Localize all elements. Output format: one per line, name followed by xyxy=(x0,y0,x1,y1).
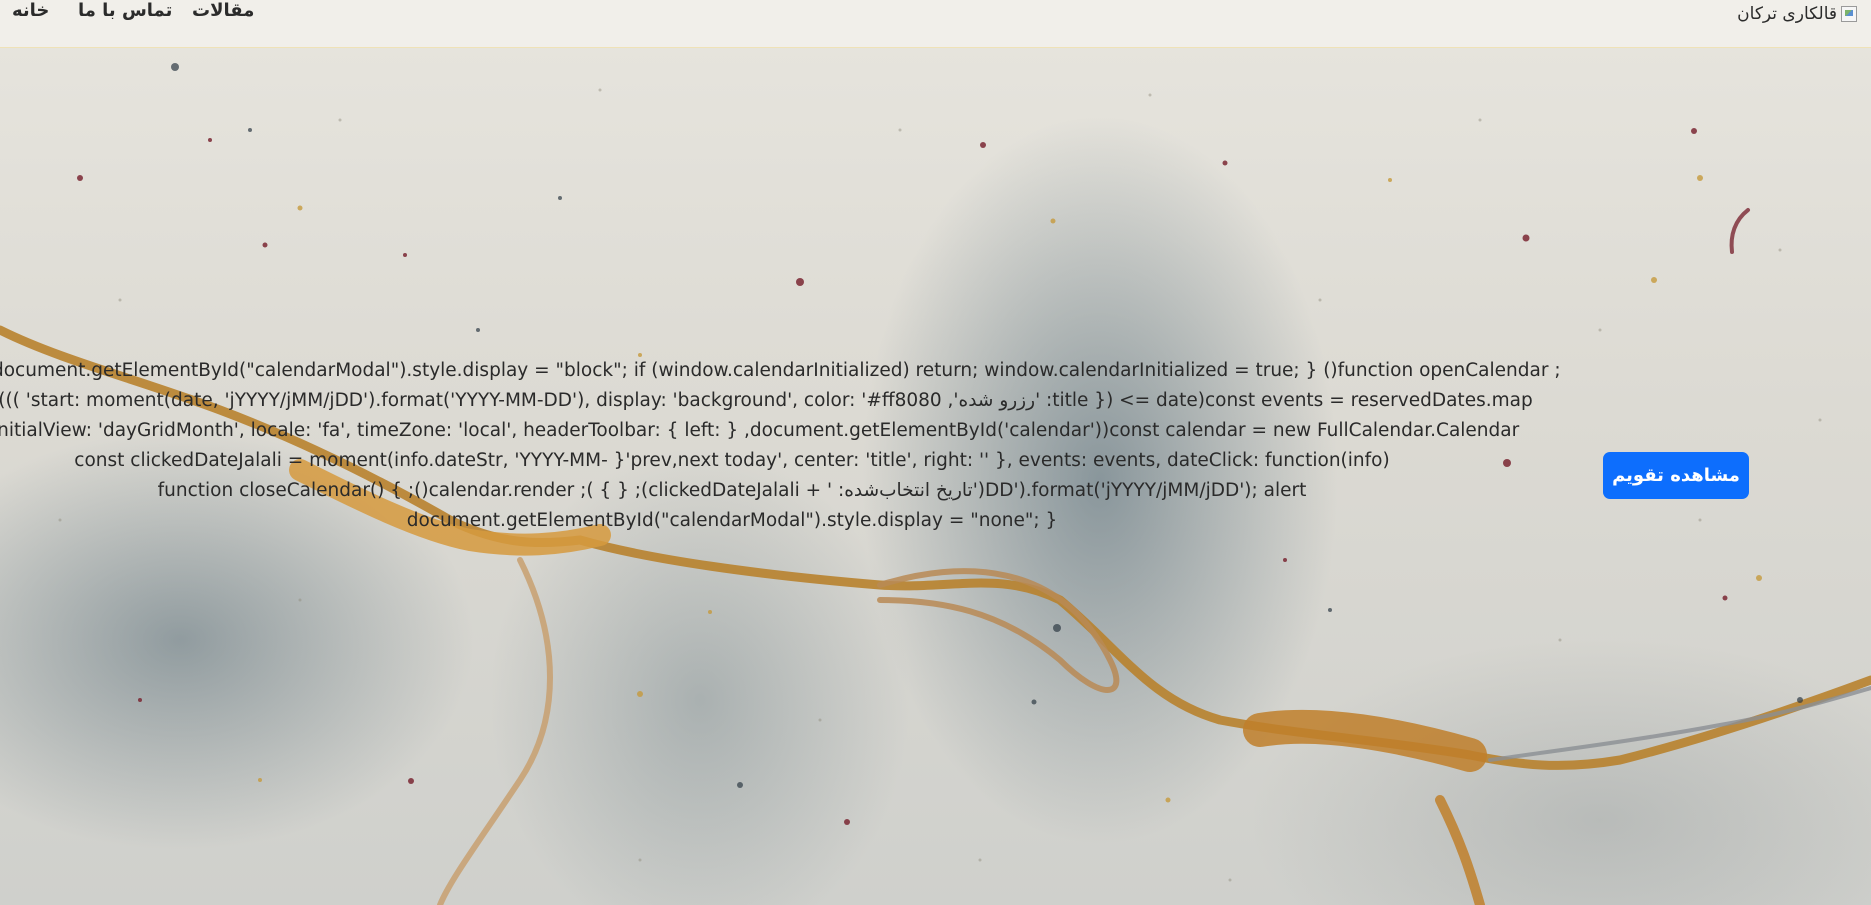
leaked-script-text: document.getElementById("calendarModal")… xyxy=(0,356,1561,536)
code-line: const clickedDateJalali = moment(info.da… xyxy=(74,450,1390,471)
brand-link[interactable]: قالکاری ترکان xyxy=(1737,1,1857,27)
code-line: document.getElementById("calendarModal")… xyxy=(406,510,1058,531)
code-line: initialView: 'dayGridMonth', locale: 'fa… xyxy=(0,420,1520,441)
nav-link-articles[interactable]: مقالات xyxy=(192,0,254,21)
brand-name: قالکاری ترکان xyxy=(1737,4,1837,24)
code-line: function closeCalendar() { ;()calendar.r… xyxy=(157,480,1307,501)
nav-link-contact[interactable]: تماس با ما xyxy=(78,0,172,21)
code-line: document.getElementById("calendarModal")… xyxy=(0,360,1561,381)
broken-image-icon xyxy=(1841,6,1857,22)
navbar: خانه تماس با ما مقالات قالکاری ترکان xyxy=(0,0,1871,48)
nav-link-home[interactable]: خانه xyxy=(12,0,49,21)
code-line: ;((( 'start: moment(date, 'jYYYY/jMM/jDD… xyxy=(0,390,1533,411)
view-calendar-button[interactable]: مشاهده تقویم xyxy=(1603,452,1749,499)
